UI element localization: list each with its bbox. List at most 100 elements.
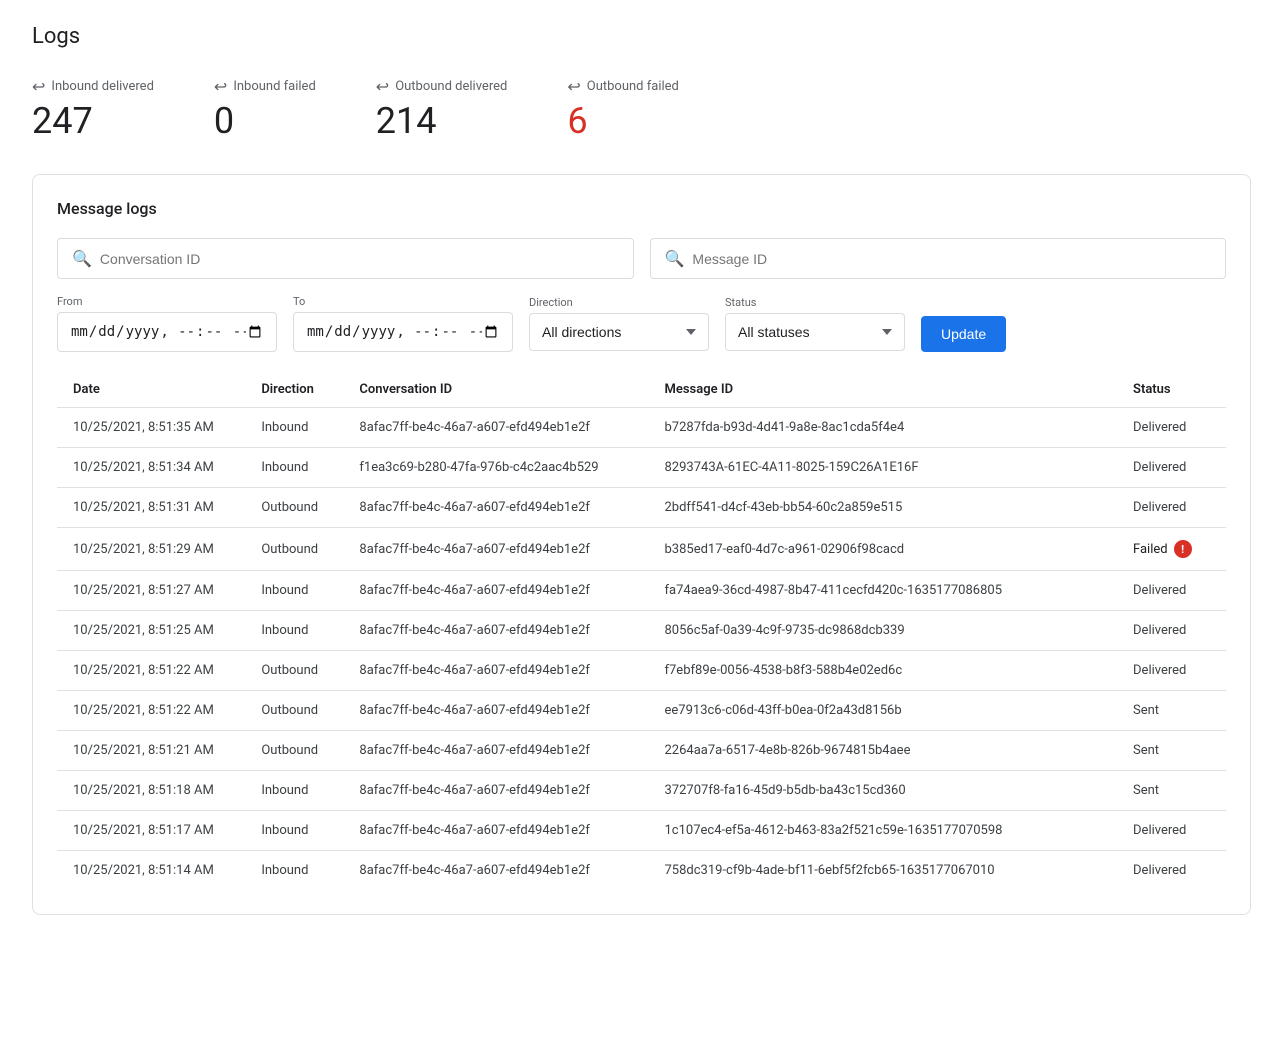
- table-row[interactable]: 10/25/2021, 8:51:25 AM Inbound 8afac7ff-…: [57, 611, 1226, 651]
- table-row[interactable]: 10/25/2021, 8:51:29 AM Outbound 8afac7ff…: [57, 528, 1226, 571]
- table-row[interactable]: 10/25/2021, 8:51:27 AM Inbound 8afac7ff-…: [57, 571, 1226, 611]
- cell-status: Delivered: [1117, 408, 1226, 448]
- status-text: Delivered: [1133, 420, 1186, 435]
- status-label: Status: [725, 296, 905, 309]
- status-text: Delivered: [1133, 663, 1186, 678]
- stat-label-text-outbound-delivered: Outbound delivered: [395, 79, 507, 94]
- cell-date: 10/25/2021, 8:51:27 AM: [57, 571, 245, 611]
- status-text: Delivered: [1133, 460, 1186, 475]
- cell-date: 10/25/2021, 8:51:31 AM: [57, 488, 245, 528]
- from-date-field: From: [57, 295, 277, 352]
- cell-conversation-id: 8afac7ff-be4c-46a7-a607-efd494eb1e2f: [343, 851, 648, 891]
- message-id-input[interactable]: [692, 251, 1211, 267]
- cell-message-id: ee7913c6-c06d-43ff-b0ea-0f2a43d8156b: [648, 691, 1117, 731]
- table-row[interactable]: 10/25/2021, 8:51:17 AM Inbound 8afac7ff-…: [57, 811, 1226, 851]
- cell-date: 10/25/2021, 8:51:21 AM: [57, 731, 245, 771]
- status-text: Sent: [1133, 783, 1159, 798]
- cell-message-id: 758dc319-cf9b-4ade-bf11-6ebf5f2fcb65-163…: [648, 851, 1117, 891]
- update-button[interactable]: Update: [921, 316, 1006, 352]
- cell-status: Sent: [1117, 771, 1226, 811]
- stat-label-outbound-delivered: ↩ Outbound delivered: [376, 77, 508, 96]
- cell-message-id: 8293743A-61EC-4A11-8025-159C26A1E16F: [648, 448, 1117, 488]
- cell-message-id: 2264aa7a-6517-4e8b-826b-9674815b4aee: [648, 731, 1117, 771]
- cell-direction: Outbound: [245, 488, 343, 528]
- table-row[interactable]: 10/25/2021, 8:51:35 AM Inbound 8afac7ff-…: [57, 408, 1226, 448]
- to-date-input[interactable]: [293, 312, 513, 352]
- th-date: Date: [57, 372, 245, 408]
- stat-label-text-outbound-failed: Outbound failed: [587, 79, 679, 94]
- direction-label: Direction: [529, 296, 709, 309]
- message-logs-table: Date Direction Conversation ID Message I…: [57, 372, 1226, 890]
- error-icon: !: [1174, 540, 1192, 558]
- stat-icon-inbound-failed: ↩: [214, 77, 227, 96]
- cell-conversation-id: 8afac7ff-be4c-46a7-a607-efd494eb1e2f: [343, 571, 648, 611]
- cell-direction: Inbound: [245, 408, 343, 448]
- cell-status: Failed!: [1117, 528, 1226, 571]
- status-select[interactable]: All statuses Delivered Failed Sent: [725, 313, 905, 351]
- cell-date: 10/25/2021, 8:51:34 AM: [57, 448, 245, 488]
- cell-conversation-id: 8afac7ff-be4c-46a7-a607-efd494eb1e2f: [343, 488, 648, 528]
- stat-value-inbound-failed: 0: [214, 100, 316, 142]
- cell-date: 10/25/2021, 8:51:14 AM: [57, 851, 245, 891]
- cell-conversation-id: 8afac7ff-be4c-46a7-a607-efd494eb1e2f: [343, 651, 648, 691]
- cell-conversation-id: f1ea3c69-b280-47fa-976b-c4c2aac4b529: [343, 448, 648, 488]
- stat-outbound-failed: ↩ Outbound failed 6: [567, 77, 679, 142]
- table-row[interactable]: 10/25/2021, 8:51:22 AM Outbound 8afac7ff…: [57, 691, 1226, 731]
- th-conversation-id: Conversation ID: [343, 372, 648, 408]
- cell-direction: Inbound: [245, 851, 343, 891]
- status-text: Sent: [1133, 743, 1159, 758]
- status-cell: Failed!: [1133, 540, 1210, 558]
- stat-value-outbound-failed: 6: [567, 100, 679, 142]
- status-text: Delivered: [1133, 583, 1186, 598]
- table-row[interactable]: 10/25/2021, 8:51:22 AM Outbound 8afac7ff…: [57, 651, 1226, 691]
- th-message-id: Message ID: [648, 372, 1117, 408]
- cell-status: Delivered: [1117, 448, 1226, 488]
- table-row[interactable]: 10/25/2021, 8:51:14 AM Inbound 8afac7ff-…: [57, 851, 1226, 891]
- to-label: To: [293, 295, 513, 308]
- direction-select[interactable]: All directions Inbound Outbound: [529, 313, 709, 351]
- conversation-id-input[interactable]: [100, 251, 619, 267]
- cell-direction: Outbound: [245, 691, 343, 731]
- stat-label-inbound-delivered: ↩ Inbound delivered: [32, 77, 154, 96]
- status-text: Sent: [1133, 703, 1159, 718]
- cell-conversation-id: 8afac7ff-be4c-46a7-a607-efd494eb1e2f: [343, 611, 648, 651]
- direction-field: Direction All directions Inbound Outboun…: [529, 296, 709, 351]
- cell-conversation-id: 8afac7ff-be4c-46a7-a607-efd494eb1e2f: [343, 528, 648, 571]
- status-text: Failed: [1133, 542, 1168, 557]
- status-text: Delivered: [1133, 623, 1186, 638]
- cell-date: 10/25/2021, 8:51:25 AM: [57, 611, 245, 651]
- table-row[interactable]: 10/25/2021, 8:51:31 AM Outbound 8afac7ff…: [57, 488, 1226, 528]
- cell-status: Delivered: [1117, 571, 1226, 611]
- status-field: Status All statuses Delivered Failed Sen…: [725, 296, 905, 351]
- table-header-row: Date Direction Conversation ID Message I…: [57, 372, 1226, 408]
- cell-direction: Outbound: [245, 731, 343, 771]
- cell-message-id: f7ebf89e-0056-4538-b8f3-588b4e02ed6c: [648, 651, 1117, 691]
- table-row[interactable]: 10/25/2021, 8:51:34 AM Inbound f1ea3c69-…: [57, 448, 1226, 488]
- cell-status: Delivered: [1117, 811, 1226, 851]
- cell-date: 10/25/2021, 8:51:18 AM: [57, 771, 245, 811]
- cell-direction: Outbound: [245, 528, 343, 571]
- stat-icon-outbound-delivered: ↩: [376, 77, 389, 96]
- table-row[interactable]: 10/25/2021, 8:51:18 AM Inbound 8afac7ff-…: [57, 771, 1226, 811]
- stat-value-inbound-delivered: 247: [32, 100, 154, 142]
- cell-direction: Inbound: [245, 611, 343, 651]
- cell-date: 10/25/2021, 8:51:22 AM: [57, 691, 245, 731]
- stat-icon-outbound-failed: ↩: [567, 77, 580, 96]
- cell-conversation-id: 8afac7ff-be4c-46a7-a607-efd494eb1e2f: [343, 811, 648, 851]
- cell-message-id: b385ed17-eaf0-4d7c-a961-02906f98cacd: [648, 528, 1117, 571]
- cell-conversation-id: 8afac7ff-be4c-46a7-a607-efd494eb1e2f: [343, 771, 648, 811]
- cell-status: Delivered: [1117, 488, 1226, 528]
- cell-status: Delivered: [1117, 651, 1226, 691]
- filters-row: From To Direction All directions Inbound…: [57, 295, 1226, 352]
- stat-label-inbound-failed: ↩ Inbound failed: [214, 77, 316, 96]
- from-label: From: [57, 295, 277, 308]
- cell-direction: Inbound: [245, 771, 343, 811]
- table-row[interactable]: 10/25/2021, 8:51:21 AM Outbound 8afac7ff…: [57, 731, 1226, 771]
- cell-direction: Outbound: [245, 651, 343, 691]
- cell-message-id: 2bdff541-d4cf-43eb-bb54-60c2a859e515: [648, 488, 1117, 528]
- from-date-input[interactable]: [57, 312, 277, 352]
- cell-status: Sent: [1117, 691, 1226, 731]
- cell-status: Delivered: [1117, 851, 1226, 891]
- message-search-box: 🔍: [650, 238, 1227, 279]
- to-date-field: To: [293, 295, 513, 352]
